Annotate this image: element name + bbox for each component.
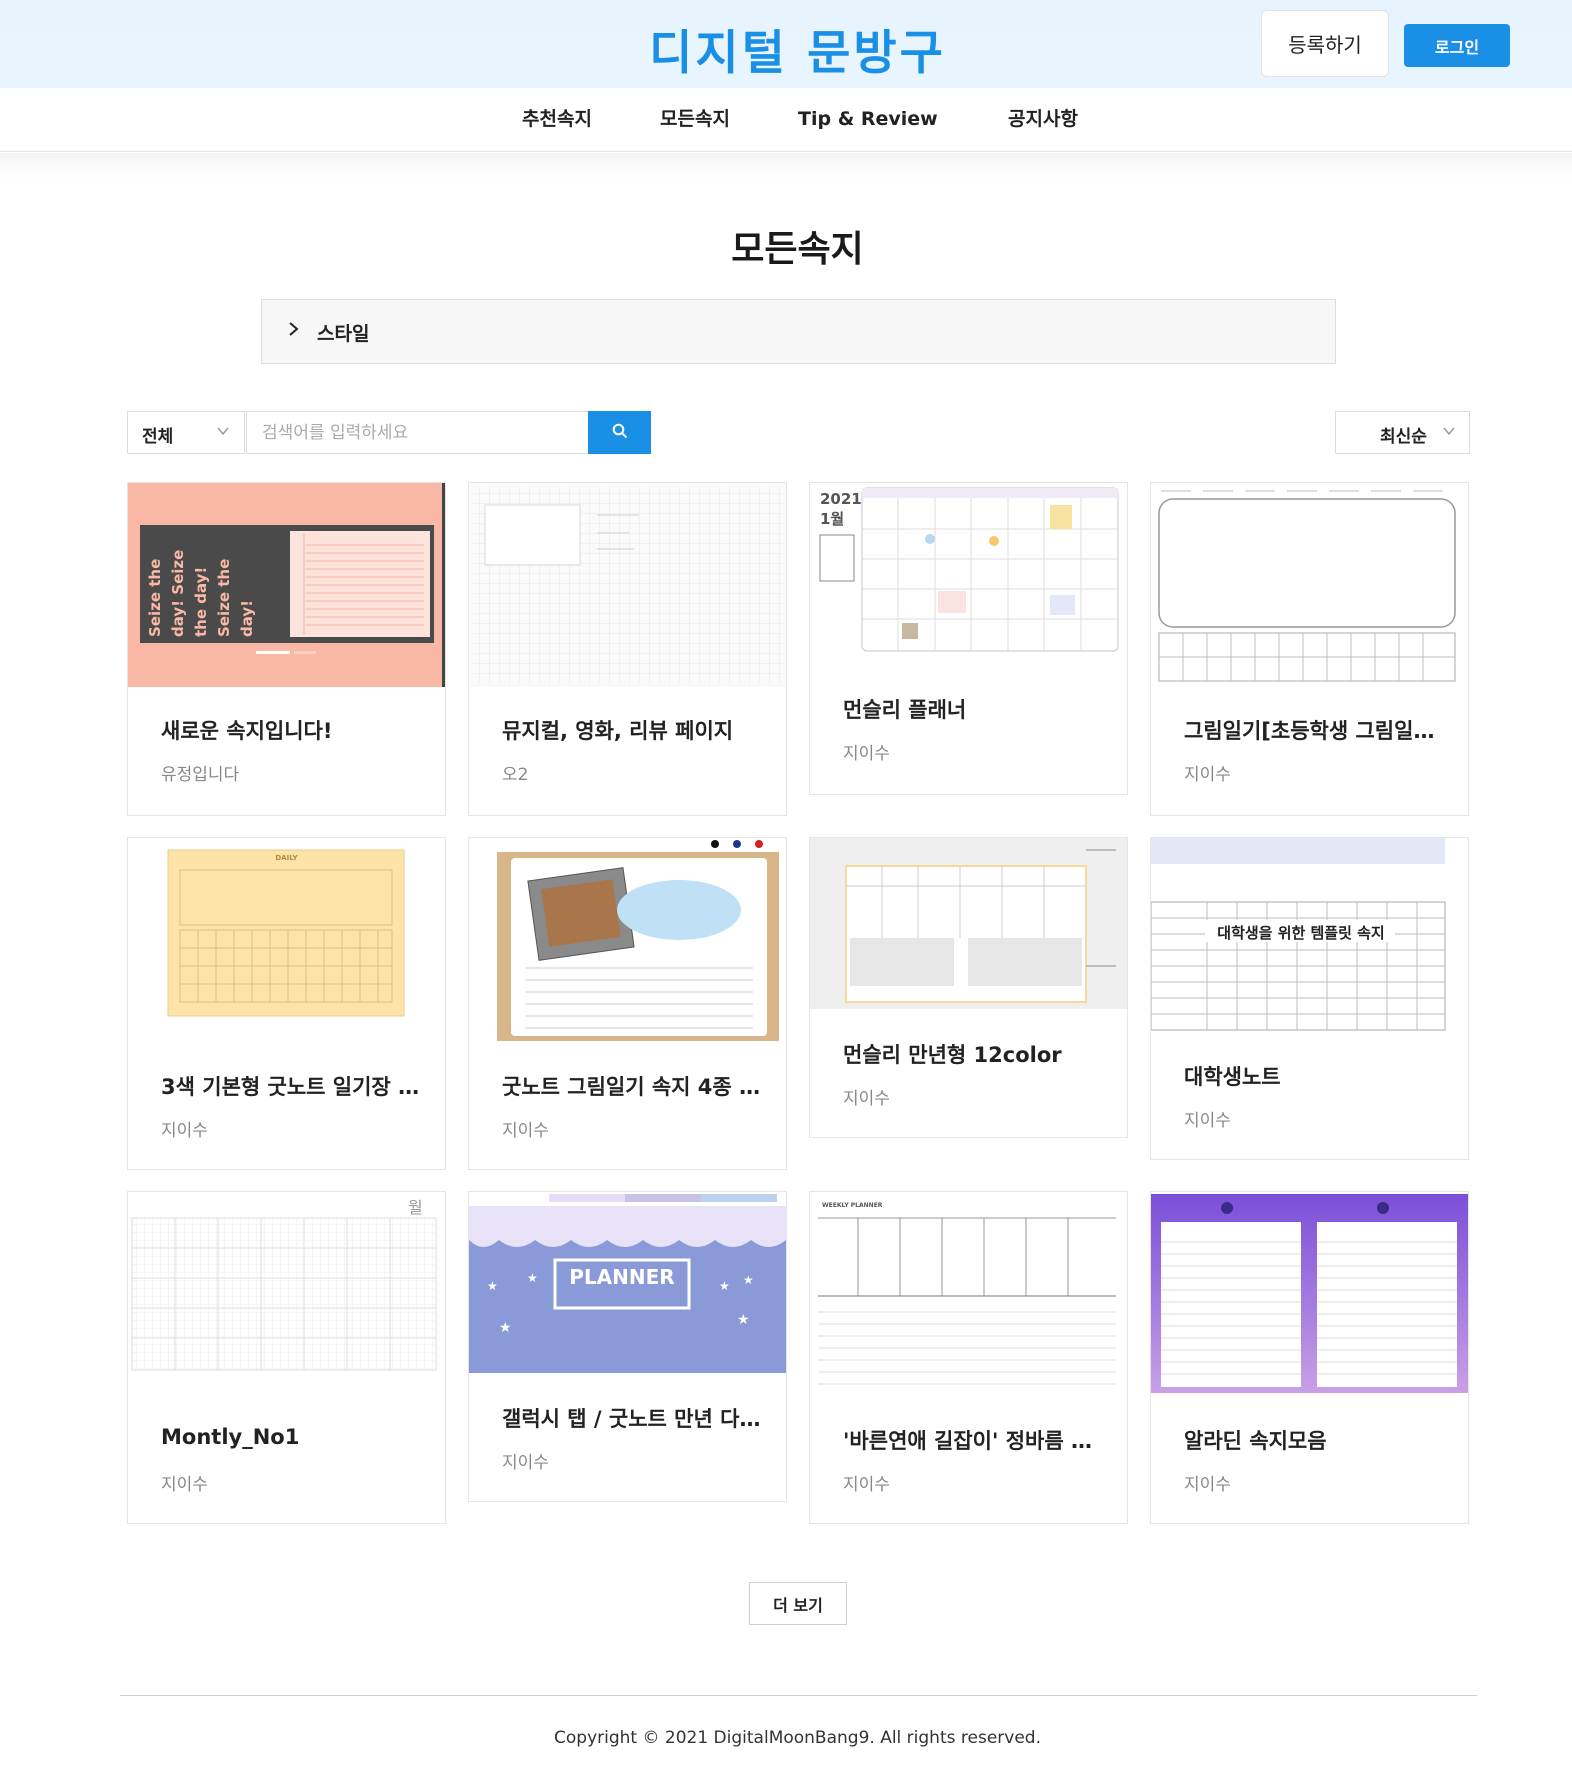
card[interactable]: 굿노트 그림일기 속지 4종 세트 지이수 [468,837,787,1170]
card-author: 지이수 [161,1475,208,1495]
card-thumbnail [469,483,786,687]
card-thumbnail [469,838,786,1041]
chevron-down-icon [1442,424,1456,442]
card-title[interactable]: 뮤지컬, 영화, 리뷰 페이지 [502,715,767,745]
card-thumbnail-text: Seize the day! Seize the day! Seize the … [146,549,256,637]
page-title: 모든속지 [731,229,864,270]
card-title[interactable]: 먼슬리 플래너 [843,694,1108,724]
card-author: 지이수 [843,1475,890,1495]
card[interactable]: DAILY 3색 기본형 굿노트 일기장 속지 지이수 [127,837,446,1170]
card-author: 지이수 [161,1121,208,1141]
card-author: 지이수 [843,1089,890,1109]
svg-text:★: ★ [743,1273,754,1287]
card-author: 지이수 [1184,1111,1231,1131]
card-thumbnail: 월 [128,1192,445,1395]
style-filter-label: 스타일 [317,323,370,345]
card-thumbnail-text: 2021 1월 [820,490,862,528]
card-title[interactable]: 3색 기본형 굿노트 일기장 속지 [161,1071,426,1101]
card-author: 지이수 [502,1453,549,1473]
chevron-down-icon [216,424,230,442]
card[interactable]: 먼슬리 만년형 12color 지이수 [809,837,1128,1138]
search-icon [612,423,628,443]
chevron-right-icon [287,319,301,344]
card-thumbnail-text: 대학생을 위한 템플릿 속지 [1217,924,1385,942]
card-title[interactable]: 굿노트 그림일기 속지 4종 세트 [502,1071,767,1101]
card-thumbnail-text: WEEKLY PLANNER [822,1202,883,1209]
card[interactable]: 그림일기[초등학생 그림일기 공책] 지이수 [1150,482,1469,816]
card-title[interactable]: 대학생노트 [1184,1061,1449,1091]
card-thumbnail [1151,1192,1468,1395]
card[interactable]: 2021 1월 먼슬리 플래너 지이수 [809,482,1128,795]
card-thumbnail [810,838,1127,1009]
card[interactable]: Seize the day! Seize the day! Seize the … [127,482,446,816]
svg-text:★: ★ [719,1279,730,1293]
sort-select-value: 최신순 [1380,427,1427,447]
register-button[interactable]: 등록하기 [1261,10,1389,77]
card-title[interactable]: 먼슬리 만년형 12color [843,1039,1108,1069]
card-author: 지이수 [843,744,890,764]
card-thumbnail-text: PLANNER [569,1265,674,1289]
sort-select[interactable]: 최신순 [1335,411,1470,454]
card-author: 지이수 [1184,1475,1231,1495]
card-thumbnail: DAILY [128,838,445,1041]
style-filter-toggle[interactable]: 스타일 [261,299,1336,364]
card-title[interactable]: 갤럭시 탭 / 굿노트 만년 다이어리 [502,1403,767,1433]
card-thumbnail-text: DAILY [275,854,298,862]
card[interactable]: 알라딘 속지모음 지이수 [1150,1191,1469,1524]
search-input[interactable] [246,411,589,454]
card-title[interactable]: 새로운 속지입니다! [161,715,426,745]
footer-divider [120,1695,1477,1696]
nav-item-tip-review[interactable]: Tip & Review [798,88,938,150]
category-select-value: 전체 [142,427,174,447]
nav-item-notice[interactable]: 공지사항 [1008,88,1078,150]
card-thumbnail [1151,483,1468,687]
card[interactable]: 대학생을 위한 템플릿 속지 대학생노트 지이수 [1150,837,1469,1160]
card[interactable]: WEEKLY PLANNER '바른연애 길잡이' 정바름 속지 지이수 [809,1191,1128,1524]
card-title[interactable]: 알라딘 속지모음 [1184,1425,1449,1455]
svg-text:★: ★ [527,1271,538,1285]
card-thumbnail: PLANNER ★ ★ ★ ★ ★ ★ [469,1192,786,1373]
card-title[interactable]: '바른연애 길잡이' 정바름 속지 [843,1425,1108,1455]
nav-item-all[interactable]: 모든속지 [660,88,730,150]
card-title[interactable]: Montly_No1 [161,1425,426,1449]
category-select[interactable]: 전체 [127,411,245,454]
card-author: 유정입니다 [161,765,240,785]
load-more-button[interactable]: 더 보기 [749,1582,847,1625]
card-thumbnail-text: 월 [408,1198,423,1217]
card[interactable]: 월 Montly_No1 지이수 [127,1191,446,1524]
card-thumbnail: WEEKLY PLANNER [810,1192,1127,1395]
card-author: 오2 [502,765,529,785]
card-author: 지이수 [502,1121,549,1141]
svg-text:★: ★ [737,1312,750,1328]
nav-item-recommended[interactable]: 추천속지 [522,88,592,150]
search-button[interactable] [588,411,651,454]
card-thumbnail: 2021 1월 [810,483,1127,666]
svg-text:★: ★ [487,1279,498,1293]
card-thumbnail: Seize the day! Seize the day! Seize the … [128,483,445,687]
main-nav: 추천속지 모든속지 Tip & Review 공지사항 [0,88,1572,152]
card-author: 지이수 [1184,765,1231,785]
site-header: 디지털 문방구 등록하기 로그인 [0,0,1572,88]
header-shadow [0,153,1572,179]
card-thumbnail: 대학생을 위한 템플릿 속지 [1151,838,1468,1031]
card[interactable]: 뮤지컬, 영화, 리뷰 페이지 오2 [468,482,787,816]
card-title[interactable]: 그림일기[초등학생 그림일기 공책] [1184,715,1449,745]
card[interactable]: PLANNER ★ ★ ★ ★ ★ ★ 갤럭시 탭 / 굿노트 만년 다이어리 지이수 [468,1191,787,1502]
copyright-text: Copyright © 2021 DigitalMoonBang9. All r… [554,1728,1041,1748]
login-button[interactable]: 로그인 [1404,24,1510,67]
svg-text:★: ★ [499,1320,512,1336]
